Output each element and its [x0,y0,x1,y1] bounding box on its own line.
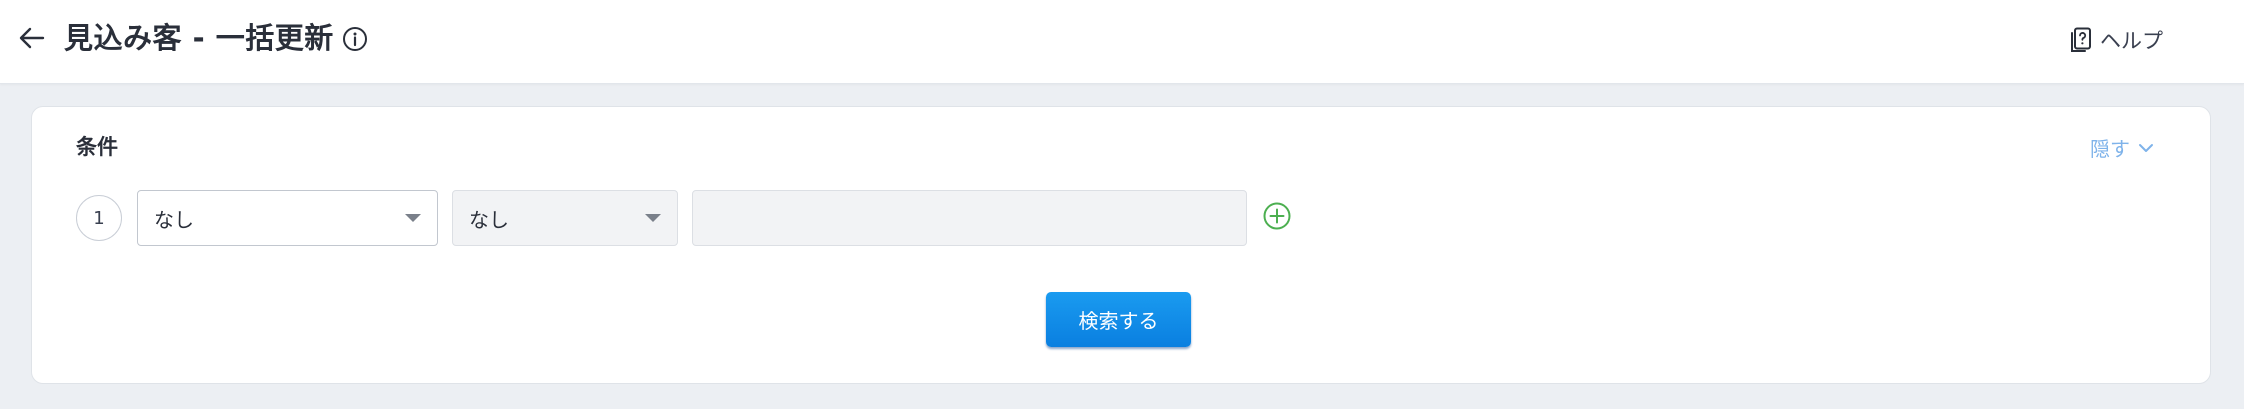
hide-toggle-label: 隠す [2090,137,2130,161]
add-condition-button[interactable] [1260,199,1294,233]
field-select[interactable]: なし [137,190,438,246]
conditions-panel: 条件 隠す 1 なし なし 検索する [31,106,2211,384]
search-button[interactable]: 検索する [1046,292,1191,347]
chevron-down-icon [2139,143,2153,152]
condition-row-number: 1 [76,195,122,241]
condition-value-input[interactable] [692,190,1247,246]
operator-select[interactable]: なし [452,190,678,246]
info-button[interactable] [340,24,370,54]
field-select-value: なし [154,207,194,232]
page-title: 見込み客 - 一括更新 [64,21,334,55]
operator-select-value: なし [469,207,509,232]
back-button[interactable] [14,20,50,56]
dropdown-caret-icon [405,214,421,222]
help-label: ヘルプ [2100,29,2163,53]
conditions-title: 条件 [76,135,118,159]
hide-toggle-button[interactable]: 隠す [2090,133,2154,162]
plus-circle-icon [1263,202,1291,230]
info-circle-icon [343,27,367,51]
dropdown-caret-icon [645,214,661,222]
page-header: 見込み客 - 一括更新 ヘルプ [0,0,2244,84]
help-button[interactable]: ヘルプ [2070,22,2163,58]
help-document-icon [2071,27,2091,52]
arrow-left-icon [19,27,45,49]
